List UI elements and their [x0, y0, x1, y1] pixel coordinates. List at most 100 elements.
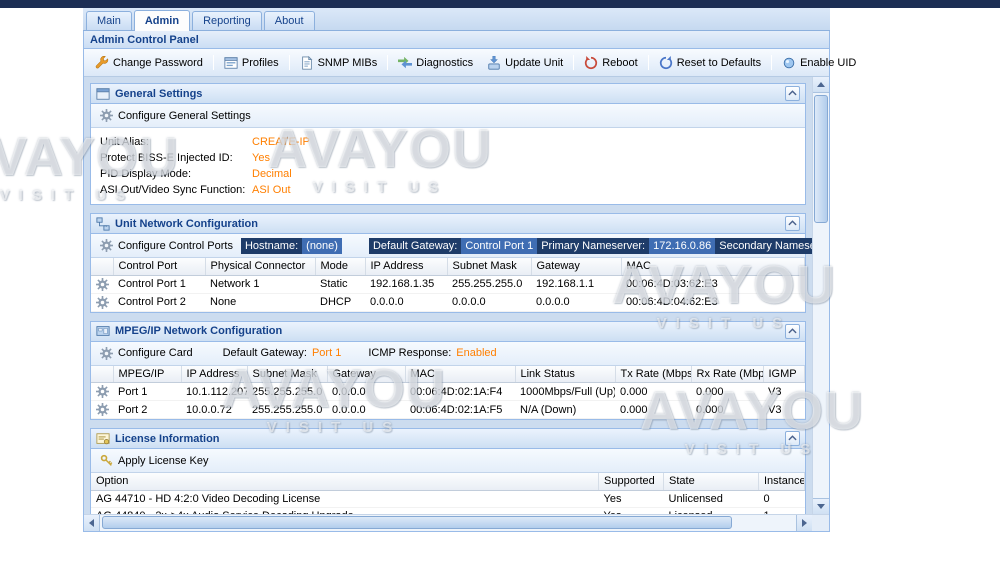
collapse-button[interactable]: [785, 431, 800, 446]
configure-general-settings-button[interactable]: Configure General Settings: [97, 107, 254, 124]
scroll-down-button[interactable]: [813, 498, 829, 514]
snmp-mibs-button[interactable]: SNMP MIBs: [295, 53, 383, 73]
table-row[interactable]: Port 2 10.0.0.72 255.255.255.0 0.0.0.0 0…: [91, 401, 805, 419]
cell: 0.000: [691, 383, 763, 401]
vertical-scrollbar-thumb[interactable]: [814, 95, 828, 223]
enable-uid-button[interactable]: Enable UID: [777, 53, 861, 73]
update-unit-button[interactable]: Update Unit: [482, 53, 568, 73]
card-icon: [96, 324, 110, 338]
column-header[interactable]: IGMP: [763, 366, 805, 383]
gear-icon[interactable]: [96, 278, 108, 291]
tab-bar: Main Admin Reporting About: [83, 8, 830, 31]
profiles-button[interactable]: Profiles: [219, 53, 284, 73]
column-header[interactable]: MAC: [405, 366, 515, 383]
tab-reporting[interactable]: Reporting: [192, 11, 262, 30]
column-header[interactable]: MAC: [621, 258, 805, 275]
info-value: Enabled: [456, 347, 496, 359]
scroll-left-button[interactable]: [84, 515, 100, 531]
up-arrow-icon: [817, 82, 825, 87]
column-header[interactable]: IP Address: [181, 366, 247, 383]
column-header[interactable]: Gateway: [531, 258, 621, 275]
toolbar-separator: [289, 55, 290, 70]
configure-control-ports-button[interactable]: Configure Control Ports: [97, 237, 236, 254]
tab-admin[interactable]: Admin: [134, 10, 190, 31]
horizontal-scrollbar[interactable]: [84, 514, 812, 531]
column-header[interactable]: Control Port: [113, 258, 205, 275]
scroll-up-button[interactable]: [813, 77, 829, 93]
cell: V3: [763, 383, 805, 401]
field-label: PID Display Mode:: [100, 166, 252, 182]
primary-nameserver-value: 172.16.0.86: [649, 238, 715, 254]
gear-icon: [100, 239, 113, 252]
table-row[interactable]: Control Port 1 Network 1 Static 192.168.…: [91, 275, 805, 293]
table-row[interactable]: Control Port 2 None DHCP 0.0.0.0 0.0.0.0…: [91, 293, 805, 311]
cell: Port 2: [113, 401, 181, 419]
gear-icon[interactable]: [96, 385, 108, 398]
column-header[interactable]: MPEG/IP: [113, 366, 181, 383]
column-header[interactable]: Supported: [599, 473, 664, 490]
info-label: Default Gateway:: [223, 347, 307, 359]
table-row[interactable]: AG 44840 - 2x->4x Audio Service Decoding…: [91, 507, 805, 514]
column-header[interactable]: Rx Rate (Mbps): [691, 366, 763, 383]
configure-label: Configure Control Ports: [118, 240, 233, 252]
cell: 00:06:4D:04:62:E3: [621, 293, 805, 311]
toolbar-label: Reset to Defaults: [677, 57, 761, 69]
scrollbar-corner: [812, 514, 829, 531]
tab-label: About: [275, 15, 304, 27]
configure-card-button[interactable]: Configure Card: [97, 345, 196, 362]
table-header-row: Control Port Physical Connector Mode IP …: [91, 258, 805, 275]
apply-license-key-button[interactable]: Apply License Key: [97, 452, 212, 469]
column-header[interactable]: Option: [91, 473, 599, 490]
tab-main[interactable]: Main: [86, 11, 132, 30]
cell: Licensed: [664, 507, 759, 514]
primary-nameserver-label: Primary Nameserver:: [537, 238, 649, 254]
column-header[interactable]: Link Status: [515, 366, 615, 383]
cell: None: [205, 293, 315, 311]
gear-icon[interactable]: [96, 296, 108, 309]
right-arrow-icon: [802, 519, 807, 527]
collapse-button[interactable]: [785, 86, 800, 101]
page-title: Admin Control Panel: [90, 34, 199, 46]
vertical-scrollbar[interactable]: [812, 77, 829, 514]
column-header[interactable]: IP Address: [365, 258, 447, 275]
collapse-button[interactable]: [785, 324, 800, 339]
column-header[interactable]: Mode: [315, 258, 365, 275]
column-header[interactable]: Physical Connector: [205, 258, 315, 275]
cell: 0.000: [691, 401, 763, 419]
profiles-icon: [224, 56, 238, 70]
collapse-button[interactable]: [785, 216, 800, 231]
network-icon: [96, 217, 110, 231]
change-password-button[interactable]: Change Password: [90, 53, 208, 73]
apply-license-label: Apply License Key: [118, 455, 209, 467]
configure-label: Configure General Settings: [118, 110, 251, 122]
transfer-arrows-icon: [398, 56, 412, 70]
secondary-nameserver-label: Secondary Nameserver:: [715, 238, 812, 254]
column-header[interactable]: Subnet Mask: [447, 258, 531, 275]
tab-label: Main: [97, 15, 121, 27]
gear-icon[interactable]: [96, 403, 108, 416]
table-row[interactable]: Port 1 10.1.112.207 255.255.255.0 0.0.0.…: [91, 383, 805, 401]
general-settings-fields: Unit Alias: CREATE-IP Protect BISS-E Inj…: [91, 128, 805, 204]
field-value: ASI Out: [252, 182, 291, 198]
hostname-label: Hostname:: [241, 238, 302, 254]
unit-network-table: Control Port Physical Connector Mode IP …: [91, 258, 805, 312]
column-header[interactable]: Subnet Mask: [247, 366, 327, 383]
field-value: CREATE-IP: [252, 134, 310, 150]
scroll-right-button[interactable]: [796, 515, 812, 531]
horizontal-scrollbar-thumb[interactable]: [102, 516, 732, 529]
admin-toolbar: Change Password Profiles SNMP MIBs Diagn…: [84, 49, 829, 77]
column-header[interactable]: Gateway: [327, 366, 405, 383]
cell: Static: [315, 275, 365, 293]
reset-to-defaults-button[interactable]: Reset to Defaults: [654, 53, 766, 73]
table-row[interactable]: AG 44710 - HD 4:2:0 Video Decoding Licen…: [91, 490, 805, 507]
column-header[interactable]: State: [664, 473, 759, 490]
reboot-button[interactable]: Reboot: [579, 53, 642, 73]
diagnostics-button[interactable]: Diagnostics: [393, 53, 478, 73]
toolbar-label: Reboot: [602, 57, 637, 69]
tab-about[interactable]: About: [264, 11, 315, 30]
column-header[interactable]: Tx Rate (Mbps): [615, 366, 691, 383]
cell: Control Port 2: [113, 293, 205, 311]
column-header[interactable]: Instances: [759, 473, 805, 490]
cell: 10.1.112.207: [181, 383, 247, 401]
toolbar-label: Change Password: [113, 57, 203, 69]
